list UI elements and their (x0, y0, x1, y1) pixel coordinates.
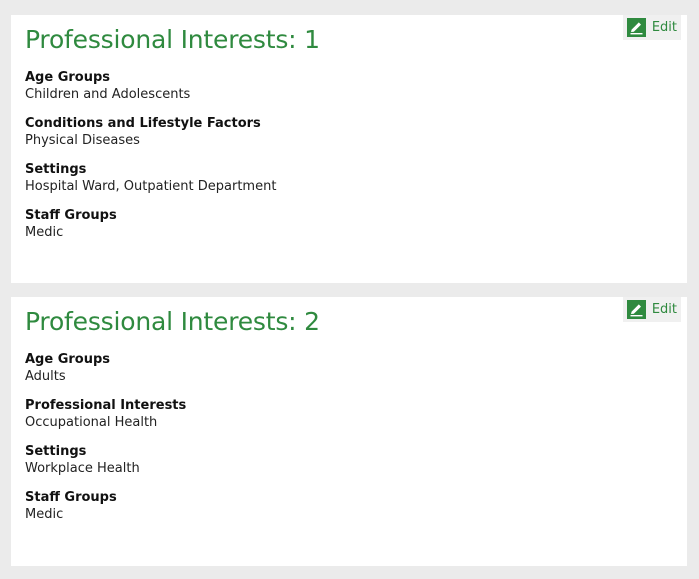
field-label: Staff Groups (25, 490, 117, 505)
field-value: Medic (25, 507, 64, 522)
field-conditions-lifestyle-factors: Conditions and Lifestyle Factors Physica… (25, 115, 673, 150)
field-value: Medic (25, 225, 64, 240)
field-label: Age Groups (25, 352, 111, 367)
field-value: Physical Diseases (25, 133, 140, 148)
professional-interests-card-2: Professional Interests: 2 Edit Age Group… (11, 297, 687, 566)
card-title: Professional Interests: 2 (25, 307, 320, 336)
field-staff-groups: Staff Groups Medic (25, 489, 673, 524)
field-settings: Settings Hospital Ward, Outpatient Depar… (25, 161, 673, 196)
pencil-icon (626, 18, 646, 37)
field-value: Adults (25, 369, 66, 384)
field-label: Conditions and Lifestyle Factors (25, 116, 261, 131)
field-settings: Settings Workplace Health (25, 443, 673, 478)
edit-label: Edit (651, 20, 677, 35)
field-label: Professional Interests (25, 398, 187, 413)
field-label: Age Groups (25, 70, 111, 85)
field-age-groups: Age Groups Children and Adolescents (25, 69, 673, 104)
field-list: Age Groups Adults Professional Interests… (25, 351, 673, 535)
field-staff-groups: Staff Groups Medic (25, 207, 673, 242)
field-value: Workplace Health (25, 461, 140, 476)
field-label: Settings (25, 444, 87, 459)
edit-label: Edit (651, 302, 677, 317)
field-value: Occupational Health (25, 415, 158, 430)
professional-interests-card-1: Professional Interests: 1 Edit Age Group… (11, 15, 687, 283)
field-professional-interests: Professional Interests Occupational Heal… (25, 397, 673, 432)
edit-button[interactable]: Edit (622, 297, 681, 322)
field-label: Staff Groups (25, 208, 117, 223)
field-value: Children and Adolescents (25, 87, 191, 102)
field-label: Settings (25, 162, 87, 177)
edit-button[interactable]: Edit (622, 15, 681, 40)
card-title: Professional Interests: 1 (25, 25, 320, 54)
pencil-icon (626, 300, 646, 319)
field-value: Hospital Ward, Outpatient Department (25, 179, 277, 194)
field-list: Age Groups Children and Adolescents Cond… (25, 69, 673, 253)
field-age-groups: Age Groups Adults (25, 351, 673, 386)
